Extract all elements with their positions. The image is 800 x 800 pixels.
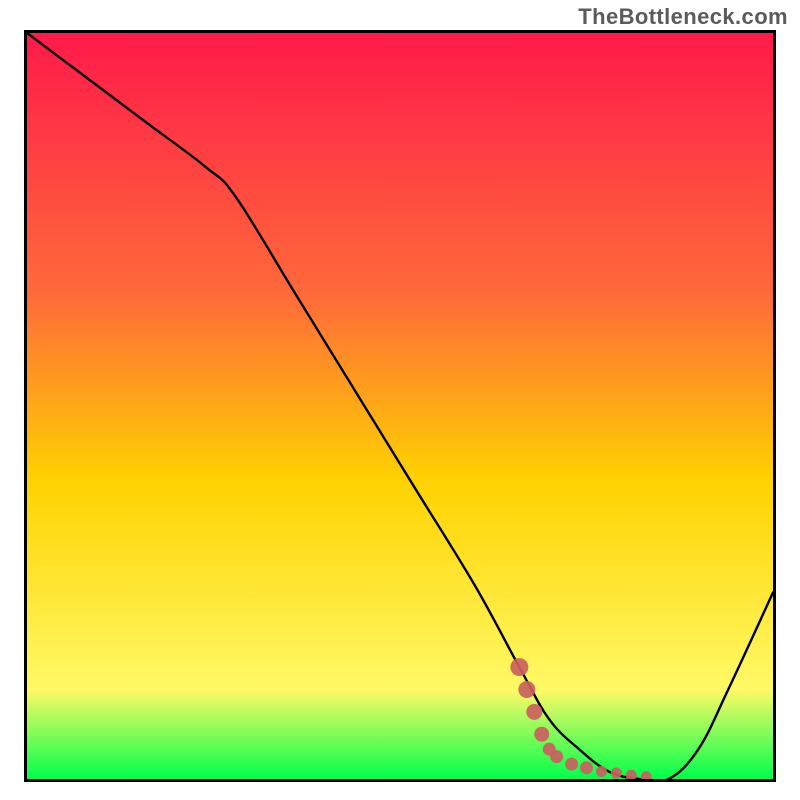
marker-dot: [534, 727, 549, 742]
marker-dot: [518, 681, 535, 698]
marker-dot: [611, 768, 622, 779]
marker-dot: [550, 750, 563, 763]
plot-area: [24, 30, 776, 782]
marker-dot: [580, 761, 593, 774]
marker-dot: [596, 766, 607, 777]
marker-dot: [565, 758, 578, 771]
chart-frame: TheBottleneck.com: [0, 0, 800, 800]
gradient-background: [27, 33, 773, 779]
watermark-text: TheBottleneck.com: [578, 4, 788, 30]
bottleneck-chart: [24, 30, 776, 782]
marker-dot: [526, 704, 542, 720]
marker-dot: [510, 658, 528, 676]
